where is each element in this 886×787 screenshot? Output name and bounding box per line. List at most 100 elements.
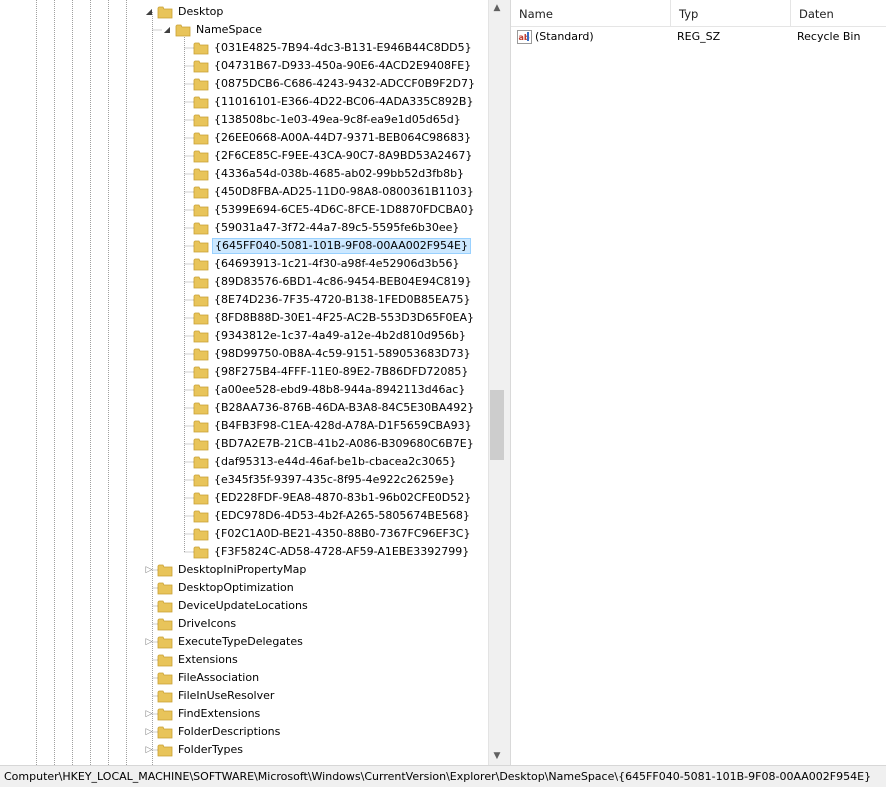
expanded-arrow-icon[interactable]: ◢ (144, 7, 154, 17)
value-row[interactable]: ab (Standard) REG_SZ Recycle Bin (511, 27, 886, 47)
tree-node-label[interactable]: Desktop (176, 4, 225, 20)
tree-node-guid-key[interactable]: {98F275B4-4FFF-11E0-89E2-7B86DFD72085} (0, 363, 488, 381)
tree-node-guid-key[interactable]: {5399E694-6CE5-4D6C-8FCE-1D8870FDCBA0} (0, 201, 488, 219)
tree-node-sibling-key[interactable]: ▷ FindExtensions (0, 705, 488, 723)
tree-node-guid-key[interactable]: {EDC978D6-4D53-4b2f-A265-5805674BE568} (0, 507, 488, 525)
tree-node-guid-key[interactable]: {B4FB3F98-C1EA-428d-A78A-D1F5659CBA93} (0, 417, 488, 435)
tree-node-label[interactable]: ExecuteTypeDelegates (176, 634, 305, 650)
tree-node-label[interactable]: FolderDescriptions (176, 724, 282, 740)
tree-node-guid-key[interactable]: {645FF040-5081-101B-9F08-00AA002F954E} (0, 237, 488, 255)
tree-node-guid-key[interactable]: {a00ee528-ebd9-48b8-944a-8942113d46ac} (0, 381, 488, 399)
tree-node-label[interactable]: Extensions (176, 652, 240, 668)
tree-node-label[interactable]: {98D99750-0B8A-4c59-9151-589053683D73} (212, 346, 473, 362)
tree-node-label[interactable]: {8E74D236-7F35-4720-B138-1FED0B85EA75} (212, 292, 473, 308)
tree-node-guid-key[interactable]: {89D83576-6BD1-4c86-9454-BEB04E94C819} (0, 273, 488, 291)
collapsed-arrow-icon[interactable]: ▷ (144, 727, 154, 737)
tree-node-sibling-key[interactable]: Extensions (0, 651, 488, 669)
tree-node-label[interactable]: {031E4825-7B94-4dc3-B131-E946B44C8DD5} (212, 40, 474, 56)
column-header-name[interactable]: Name (511, 0, 671, 26)
tree-node-sibling-key[interactable]: DeviceUpdateLocations (0, 597, 488, 615)
tree-node-guid-key[interactable]: {BD7A2E7B-21CB-41b2-A086-B309680C6B7E} (0, 435, 488, 453)
tree-node-guid-key[interactable]: {F3F5824C-AD58-4728-AF59-A1EBE3392799} (0, 543, 488, 561)
tree-node-label[interactable]: {26EE0668-A00A-44D7-9371-BEB064C98683} (212, 130, 473, 146)
tree-node-label[interactable]: {a00ee528-ebd9-48b8-944a-8942113d46ac} (212, 382, 467, 398)
tree-node-guid-key[interactable]: {138508bc-1e03-49ea-9c8f-ea9e1d05d65d} (0, 111, 488, 129)
tree-node-guid-key[interactable]: {4336a54d-038b-4685-ab02-99bb52d3fb8b} (0, 165, 488, 183)
registry-key-tree[interactable]: ◢ Desktop ◢ NameSpace {031E4825-7B94-4dc3-B1… (0, 0, 488, 765)
tree-node-label[interactable]: DesktopOptimization (176, 580, 296, 596)
tree-node-sibling-key[interactable]: ▷ DesktopIniPropertyMap (0, 561, 488, 579)
tree-node-label[interactable]: {B4FB3F98-C1EA-428d-A78A-D1F5659CBA93} (212, 418, 474, 434)
tree-node-guid-key[interactable]: {26EE0668-A00A-44D7-9371-BEB064C98683} (0, 129, 488, 147)
tree-node-sibling-key[interactable]: DriveIcons (0, 615, 488, 633)
tree-node-label[interactable]: {04731B67-D933-450a-90E6-4ACD2E9408FE} (212, 58, 473, 74)
tree-node-guid-key[interactable]: {0875DCB6-C686-4243-9432-ADCCF0B9F2D7} (0, 75, 488, 93)
tree-node-label[interactable]: {F02C1A0D-BE21-4350-88B0-7367FC96EF3C} (212, 526, 472, 542)
tree-node-guid-key[interactable]: {8FD8B88D-30E1-4F25-AC2B-553D3D65F0EA} (0, 309, 488, 327)
tree-node-guid-key[interactable]: {11016101-E366-4D22-BC06-4ADA335C892B} (0, 93, 488, 111)
tree-node-label[interactable]: {0875DCB6-C686-4243-9432-ADCCF0B9F2D7} (212, 76, 477, 92)
tree-node-guid-key[interactable]: {9343812e-1c37-4a49-a12e-4b2d810d956b} (0, 327, 488, 345)
tree-node-label[interactable]: {EDC978D6-4D53-4b2f-A265-5805674BE568} (212, 508, 472, 524)
tree-node-guid-key[interactable]: {e345f35f-9397-435c-8f95-4e922c26259e} (0, 471, 488, 489)
tree-node-desktop[interactable]: ◢ Desktop (0, 3, 488, 21)
tree-node-label[interactable]: {138508bc-1e03-49ea-9c8f-ea9e1d05d65d} (212, 112, 463, 128)
scroll-up-arrow-icon[interactable]: ▲ (489, 0, 505, 17)
collapsed-arrow-icon[interactable]: ▷ (144, 637, 154, 647)
tree-node-sibling-key[interactable]: ▷ FolderDescriptions (0, 723, 488, 741)
tree-node-guid-key[interactable]: {B28AA736-876B-46DA-B3A8-84C5E30BA492} (0, 399, 488, 417)
tree-node-guid-key[interactable]: {daf95313-e44d-46af-be1b-cbacea2c3065} (0, 453, 488, 471)
tree-node-guid-key[interactable]: {450D8FBA-AD25-11D0-98A8-0800361B1103} (0, 183, 488, 201)
tree-node-label[interactable]: DesktopIniPropertyMap (176, 562, 308, 578)
tree-node-sibling-key[interactable]: ▷ FolderTypes (0, 741, 488, 759)
scroll-down-arrow-icon[interactable]: ▼ (489, 748, 505, 765)
tree-node-guid-key[interactable]: {F02C1A0D-BE21-4350-88B0-7367FC96EF3C} (0, 525, 488, 543)
registry-values-list[interactable]: Name Typ Daten ab (Standard) REG_SZ Recy… (510, 0, 886, 765)
tree-node-guid-key[interactable]: {98D99750-0B8A-4c59-9151-589053683D73} (0, 345, 488, 363)
tree-node-guid-key[interactable]: {031E4825-7B94-4dc3-B131-E946B44C8DD5} (0, 39, 488, 57)
tree-node-label[interactable]: {B28AA736-876B-46DA-B3A8-84C5E30BA492} (212, 400, 476, 416)
tree-vertical-scrollbar[interactable]: ▲ ▼ (488, 0, 505, 765)
tree-node-namespace[interactable]: ◢ NameSpace (0, 21, 488, 39)
tree-node-sibling-key[interactable]: DesktopOptimization (0, 579, 488, 597)
tree-node-label[interactable]: {89D83576-6BD1-4c86-9454-BEB04E94C819} (212, 274, 474, 290)
tree-node-label[interactable]: {ED228FDF-9EA8-4870-83b1-96b02CFE0D52} (212, 490, 473, 506)
tree-node-label[interactable]: {F3F5824C-AD58-4728-AF59-A1EBE3392799} (212, 544, 471, 560)
tree-node-label[interactable]: {daf95313-e44d-46af-be1b-cbacea2c3065} (212, 454, 458, 470)
tree-node-label[interactable]: {2F6CE85C-F9EE-43CA-90C7-8A9BD53A2467} (212, 148, 474, 164)
tree-node-label[interactable]: {11016101-E366-4D22-BC06-4ADA335C892B} (212, 94, 475, 110)
tree-node-label[interactable]: {5399E694-6CE5-4D6C-8FCE-1D8870FDCBA0} (212, 202, 477, 218)
tree-node-guid-key[interactable]: {ED228FDF-9EA8-4870-83b1-96b02CFE0D52} (0, 489, 488, 507)
tree-node-guid-key[interactable]: {8E74D236-7F35-4720-B138-1FED0B85EA75} (0, 291, 488, 309)
tree-node-label[interactable]: FileAssociation (176, 670, 261, 686)
column-header-data[interactable]: Daten (791, 0, 886, 26)
collapsed-arrow-icon[interactable]: ▷ (144, 709, 154, 719)
tree-node-label-selected[interactable]: {645FF040-5081-101B-9F08-00AA002F954E} (212, 238, 471, 254)
tree-node-label[interactable]: {BD7A2E7B-21CB-41b2-A086-B309680C6B7E} (212, 436, 476, 452)
tree-node-label[interactable]: {4336a54d-038b-4685-ab02-99bb52d3fb8b} (212, 166, 466, 182)
column-header-type[interactable]: Typ (671, 0, 791, 26)
tree-node-label[interactable]: {98F275B4-4FFF-11E0-89E2-7B86DFD72085} (212, 364, 470, 380)
scrollbar-thumb[interactable] (490, 390, 504, 460)
tree-node-label[interactable]: DeviceUpdateLocations (176, 598, 310, 614)
tree-node-label[interactable]: {8FD8B88D-30E1-4F25-AC2B-553D3D65F0EA} (212, 310, 476, 326)
tree-node-sibling-key[interactable]: ▷ ExecuteTypeDelegates (0, 633, 488, 651)
tree-node-label[interactable]: {9343812e-1c37-4a49-a12e-4b2d810d956b} (212, 328, 468, 344)
tree-node-label[interactable]: {59031a47-3f72-44a7-89c5-5595fe6b30ee} (212, 220, 461, 236)
tree-node-sibling-key[interactable]: FileAssociation (0, 669, 488, 687)
tree-node-label[interactable]: {450D8FBA-AD25-11D0-98A8-0800361B1103} (212, 184, 476, 200)
collapsed-arrow-icon[interactable]: ▷ (144, 745, 154, 755)
tree-node-label[interactable]: FileInUseResolver (176, 688, 276, 704)
tree-node-guid-key[interactable]: {04731B67-D933-450a-90E6-4ACD2E9408FE} (0, 57, 488, 75)
tree-node-label[interactable]: DriveIcons (176, 616, 238, 632)
tree-node-sibling-key[interactable]: FileInUseResolver (0, 687, 488, 705)
tree-node-guid-key[interactable]: {59031a47-3f72-44a7-89c5-5595fe6b30ee} (0, 219, 488, 237)
tree-node-label[interactable]: {64693913-1c21-4f30-a98f-4e52906d3b56} (212, 256, 462, 272)
tree-node-guid-key[interactable]: {64693913-1c21-4f30-a98f-4e52906d3b56} (0, 255, 488, 273)
tree-node-label[interactable]: FolderTypes (176, 742, 245, 758)
collapsed-arrow-icon[interactable]: ▷ (144, 565, 154, 575)
tree-node-guid-key[interactable]: {2F6CE85C-F9EE-43CA-90C7-8A9BD53A2467} (0, 147, 488, 165)
tree-node-label[interactable]: FindExtensions (176, 706, 262, 722)
tree-node-label[interactable]: NameSpace (194, 22, 264, 38)
tree-node-label[interactable]: {e345f35f-9397-435c-8f95-4e922c26259e} (212, 472, 457, 488)
